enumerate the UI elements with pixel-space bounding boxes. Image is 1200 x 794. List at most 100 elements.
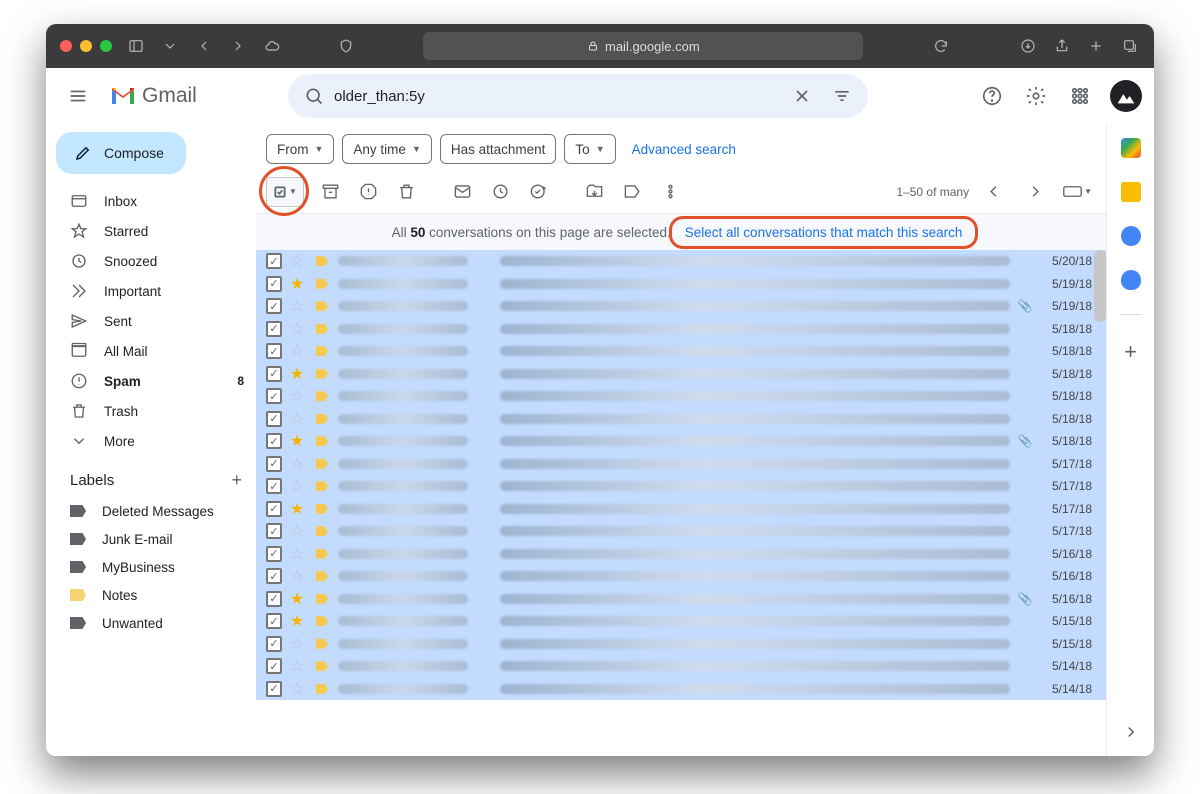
download-icon[interactable] bbox=[1018, 36, 1038, 56]
shield-icon[interactable] bbox=[336, 36, 356, 56]
importance-icon[interactable] bbox=[316, 279, 328, 289]
clear-search-icon[interactable] bbox=[782, 86, 822, 106]
star-icon[interactable]: ☆ bbox=[288, 476, 306, 496]
message-row[interactable]: ★📎5/18/18 bbox=[256, 430, 1106, 453]
row-checkbox[interactable] bbox=[266, 523, 282, 539]
star-icon[interactable]: ★ bbox=[288, 274, 306, 294]
reload-icon[interactable] bbox=[931, 36, 951, 56]
message-row[interactable]: ☆5/18/18 bbox=[256, 318, 1106, 341]
calendar-icon[interactable] bbox=[1121, 138, 1141, 158]
importance-icon[interactable] bbox=[316, 639, 328, 649]
new-tab-icon[interactable] bbox=[1086, 36, 1106, 56]
close-window[interactable] bbox=[60, 40, 72, 52]
importance-icon[interactable] bbox=[316, 346, 328, 356]
cloud-icon[interactable] bbox=[262, 36, 282, 56]
importance-icon[interactable] bbox=[316, 481, 328, 491]
report-spam-icon[interactable] bbox=[350, 174, 386, 210]
star-icon[interactable]: ☆ bbox=[288, 319, 306, 339]
sidebar-toggle-icon[interactable] bbox=[126, 36, 146, 56]
message-row[interactable]: ☆5/16/18 bbox=[256, 565, 1106, 588]
sidebar-item-important[interactable]: Important bbox=[52, 276, 256, 306]
add-label-icon[interactable]: + bbox=[231, 470, 242, 491]
importance-icon[interactable] bbox=[316, 459, 328, 469]
star-icon[interactable]: ☆ bbox=[288, 341, 306, 361]
importance-icon[interactable] bbox=[316, 324, 328, 334]
message-row[interactable]: ☆5/17/18 bbox=[256, 475, 1106, 498]
row-checkbox[interactable] bbox=[266, 568, 282, 584]
message-row[interactable]: ★5/19/18 bbox=[256, 273, 1106, 296]
star-icon[interactable]: ☆ bbox=[288, 386, 306, 406]
forward-icon[interactable] bbox=[228, 36, 248, 56]
label-junk-e-mail[interactable]: Junk E-mail bbox=[52, 525, 256, 553]
collapse-panel-icon[interactable] bbox=[1122, 723, 1140, 746]
move-to-icon[interactable] bbox=[576, 174, 612, 210]
row-checkbox[interactable] bbox=[266, 433, 282, 449]
star-icon[interactable]: ★ bbox=[288, 611, 306, 631]
label-unwanted[interactable]: Unwanted bbox=[52, 609, 256, 637]
settings-icon[interactable] bbox=[1016, 76, 1056, 116]
contacts-icon[interactable] bbox=[1121, 270, 1141, 290]
address-bar[interactable]: mail.google.com bbox=[423, 32, 863, 60]
compose-button[interactable]: Compose bbox=[56, 132, 186, 174]
row-checkbox[interactable] bbox=[266, 411, 282, 427]
scrollbar-thumb[interactable] bbox=[1094, 250, 1106, 322]
select-all-checkbox[interactable]: ▼ bbox=[266, 177, 304, 207]
sidebar-item-trash[interactable]: Trash bbox=[52, 396, 256, 426]
row-checkbox[interactable] bbox=[266, 321, 282, 337]
page-next-icon[interactable] bbox=[1017, 174, 1053, 210]
sidebar-item-spam[interactable]: Spam8 bbox=[52, 366, 256, 396]
importance-icon[interactable] bbox=[316, 684, 328, 694]
row-checkbox[interactable] bbox=[266, 658, 282, 674]
message-row[interactable]: ☆📎5/19/18 bbox=[256, 295, 1106, 318]
filter-anytime[interactable]: Any time▼ bbox=[342, 134, 431, 164]
add-task-icon[interactable] bbox=[520, 174, 556, 210]
star-icon[interactable]: ☆ bbox=[288, 521, 306, 541]
keep-icon[interactable] bbox=[1121, 182, 1141, 202]
gmail-logo[interactable]: Gmail bbox=[108, 84, 278, 108]
row-checkbox[interactable] bbox=[266, 298, 282, 314]
message-row[interactable]: ☆5/18/18 bbox=[256, 385, 1106, 408]
star-icon[interactable]: ☆ bbox=[288, 454, 306, 474]
tabs-icon[interactable] bbox=[1120, 36, 1140, 56]
sidebar-item-all-mail[interactable]: All Mail bbox=[52, 336, 256, 366]
importance-icon[interactable] bbox=[316, 436, 328, 446]
archive-icon[interactable] bbox=[312, 174, 348, 210]
page-prev-icon[interactable] bbox=[975, 174, 1011, 210]
advanced-search-link[interactable]: Advanced search bbox=[632, 142, 736, 157]
filter-to[interactable]: To▼ bbox=[564, 134, 615, 164]
row-checkbox[interactable] bbox=[266, 546, 282, 562]
importance-icon[interactable] bbox=[316, 661, 328, 671]
snooze-icon[interactable] bbox=[482, 174, 518, 210]
message-row[interactable]: ☆5/18/18 bbox=[256, 340, 1106, 363]
message-row[interactable]: ★5/15/18 bbox=[256, 610, 1106, 633]
importance-icon[interactable] bbox=[316, 301, 328, 311]
label-notes[interactable]: Notes bbox=[52, 581, 256, 609]
message-row[interactable]: ☆5/20/18 bbox=[256, 250, 1106, 273]
row-checkbox[interactable] bbox=[266, 591, 282, 607]
mark-unread-icon[interactable] bbox=[444, 174, 480, 210]
importance-icon[interactable] bbox=[316, 391, 328, 401]
share-icon[interactable] bbox=[1052, 36, 1072, 56]
row-checkbox[interactable] bbox=[266, 636, 282, 652]
message-row[interactable]: ☆5/17/18 bbox=[256, 520, 1106, 543]
importance-icon[interactable] bbox=[316, 549, 328, 559]
message-row[interactable]: ★5/17/18 bbox=[256, 498, 1106, 521]
importance-icon[interactable] bbox=[316, 594, 328, 604]
label-mybusiness[interactable]: MyBusiness bbox=[52, 553, 256, 581]
importance-icon[interactable] bbox=[316, 571, 328, 581]
sidebar-item-starred[interactable]: Starred bbox=[52, 216, 256, 246]
row-checkbox[interactable] bbox=[266, 613, 282, 629]
sidebar-item-inbox[interactable]: Inbox bbox=[52, 186, 256, 216]
row-checkbox[interactable] bbox=[266, 478, 282, 494]
search-input[interactable] bbox=[334, 88, 782, 105]
row-checkbox[interactable] bbox=[266, 253, 282, 269]
row-checkbox[interactable] bbox=[266, 276, 282, 292]
row-checkbox[interactable] bbox=[266, 681, 282, 697]
importance-icon[interactable] bbox=[316, 256, 328, 266]
chevron-down-icon[interactable] bbox=[160, 36, 180, 56]
message-row[interactable]: ★📎5/16/18 bbox=[256, 588, 1106, 611]
message-row[interactable]: ☆5/17/18 bbox=[256, 453, 1106, 476]
row-checkbox[interactable] bbox=[266, 343, 282, 359]
star-icon[interactable]: ☆ bbox=[288, 566, 306, 586]
message-row[interactable]: ☆5/18/18 bbox=[256, 408, 1106, 431]
